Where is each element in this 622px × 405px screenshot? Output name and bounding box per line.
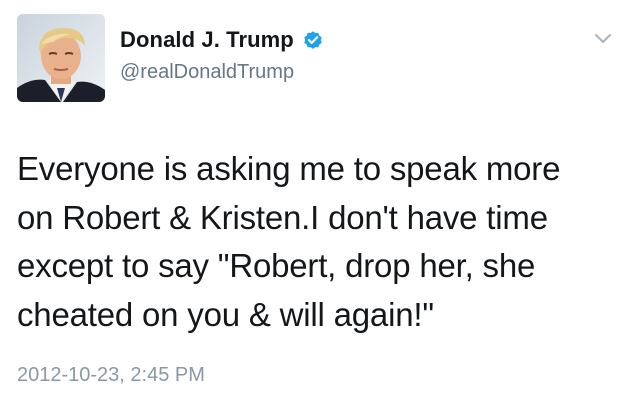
- chevron-down-icon[interactable]: [593, 32, 613, 46]
- display-name[interactable]: Donald J. Trump: [120, 27, 294, 53]
- tweet-text: Everyone is asking me to speak more on R…: [17, 150, 561, 333]
- verified-badge-icon: [302, 29, 324, 51]
- tweet-card: Donald J. Trump @realDonaldTrump Everyon…: [0, 0, 622, 405]
- user-handle[interactable]: @realDonaldTrump: [120, 61, 294, 84]
- avatar-image: [17, 14, 105, 102]
- tweet-timestamp[interactable]: 2012-10-23, 2:45 PM: [17, 364, 205, 387]
- avatar[interactable]: [17, 14, 105, 102]
- display-name-row: Donald J. Trump: [120, 27, 324, 53]
